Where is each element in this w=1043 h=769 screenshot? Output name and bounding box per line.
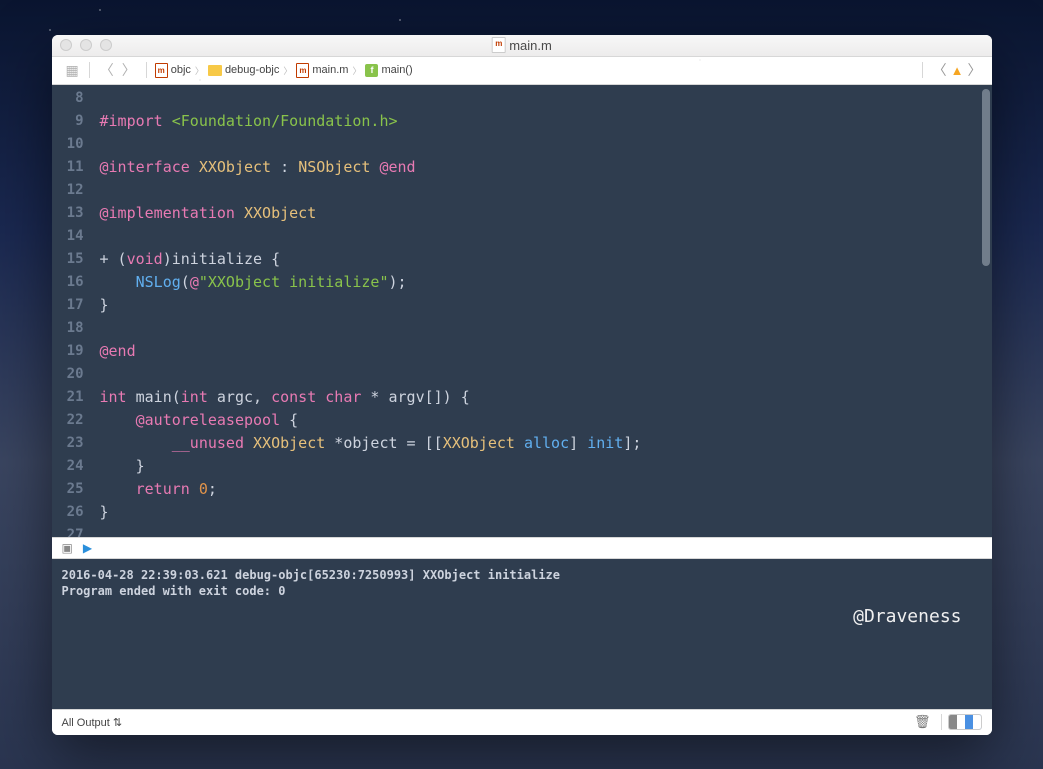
line-number: 25	[52, 478, 84, 501]
code-line[interactable]	[100, 133, 992, 156]
code-line[interactable]: @autoreleasepool {	[100, 409, 992, 432]
line-number: 19	[52, 340, 84, 363]
code-line[interactable]	[100, 524, 992, 537]
line-number: 12	[52, 179, 84, 202]
watermark: @Draveness	[853, 609, 961, 625]
code-line[interactable]: @end	[100, 340, 992, 363]
code-line[interactable]: }	[100, 294, 992, 317]
minimize-icon[interactable]	[80, 39, 92, 51]
scrollbar[interactable]	[982, 89, 990, 533]
code-editor[interactable]: 89101112131415161718192021222324252627 #…	[52, 85, 992, 537]
code-line[interactable]: int main(int argc, const char * argv[]) …	[100, 386, 992, 409]
console-text: 2016-04-28 22:39:03.621 debug-objc[65230…	[62, 567, 982, 599]
xcode-window: main.m ▦ 〈 〉 m objc 〉 debug-objc 〉 m mai…	[52, 35, 992, 735]
file-icon	[491, 37, 505, 53]
code-line[interactable]: @interface XXObject : NSObject @end	[100, 156, 992, 179]
line-number: 8	[52, 87, 84, 110]
code-line[interactable]: NSLog(@"XXObject initialize");	[100, 271, 992, 294]
code-line[interactable]: }	[100, 455, 992, 478]
line-number: 10	[52, 133, 84, 156]
zoom-icon[interactable]	[100, 39, 112, 51]
line-number: 22	[52, 409, 84, 432]
line-number: 20	[52, 363, 84, 386]
line-number: 9	[52, 110, 84, 133]
code-line[interactable]: #import <Foundation/Foundation.h>	[100, 110, 992, 133]
code-line[interactable]: + (void)initialize {	[100, 248, 992, 271]
code-line[interactable]: }	[100, 501, 992, 524]
code-line[interactable]: return 0;	[100, 478, 992, 501]
line-number: 11	[52, 156, 84, 179]
code-line[interactable]: __unused XXObject *object = [[XXObject a…	[100, 432, 992, 455]
code-line[interactable]	[100, 363, 992, 386]
line-number: 23	[52, 432, 84, 455]
line-number-gutter: 89101112131415161718192021222324252627	[52, 85, 92, 537]
code-line[interactable]	[100, 87, 992, 110]
console-output[interactable]: 2016-04-28 22:39:03.621 debug-objc[65230…	[52, 559, 992, 709]
line-number: 13	[52, 202, 84, 225]
code-line[interactable]	[100, 317, 992, 340]
line-number: 14	[52, 225, 84, 248]
scrollbar-thumb[interactable]	[982, 89, 990, 267]
line-number: 15	[52, 248, 84, 271]
code-content[interactable]: #import <Foundation/Foundation.h> @inter…	[92, 85, 992, 537]
line-number: 24	[52, 455, 84, 478]
line-number: 27	[52, 524, 84, 537]
code-line[interactable]	[100, 225, 992, 248]
window-titlebar[interactable]: main.m	[52, 35, 992, 57]
traffic-lights	[60, 39, 112, 51]
code-line[interactable]: @implementation XXObject	[100, 202, 992, 225]
line-number: 21	[52, 386, 84, 409]
close-icon[interactable]	[60, 39, 72, 51]
code-line[interactable]	[100, 179, 992, 202]
window-title: main.m	[491, 37, 552, 53]
line-number: 26	[52, 501, 84, 524]
line-number: 18	[52, 317, 84, 340]
window-title-text: main.m	[509, 38, 552, 53]
line-number: 16	[52, 271, 84, 294]
line-number: 17	[52, 294, 84, 317]
